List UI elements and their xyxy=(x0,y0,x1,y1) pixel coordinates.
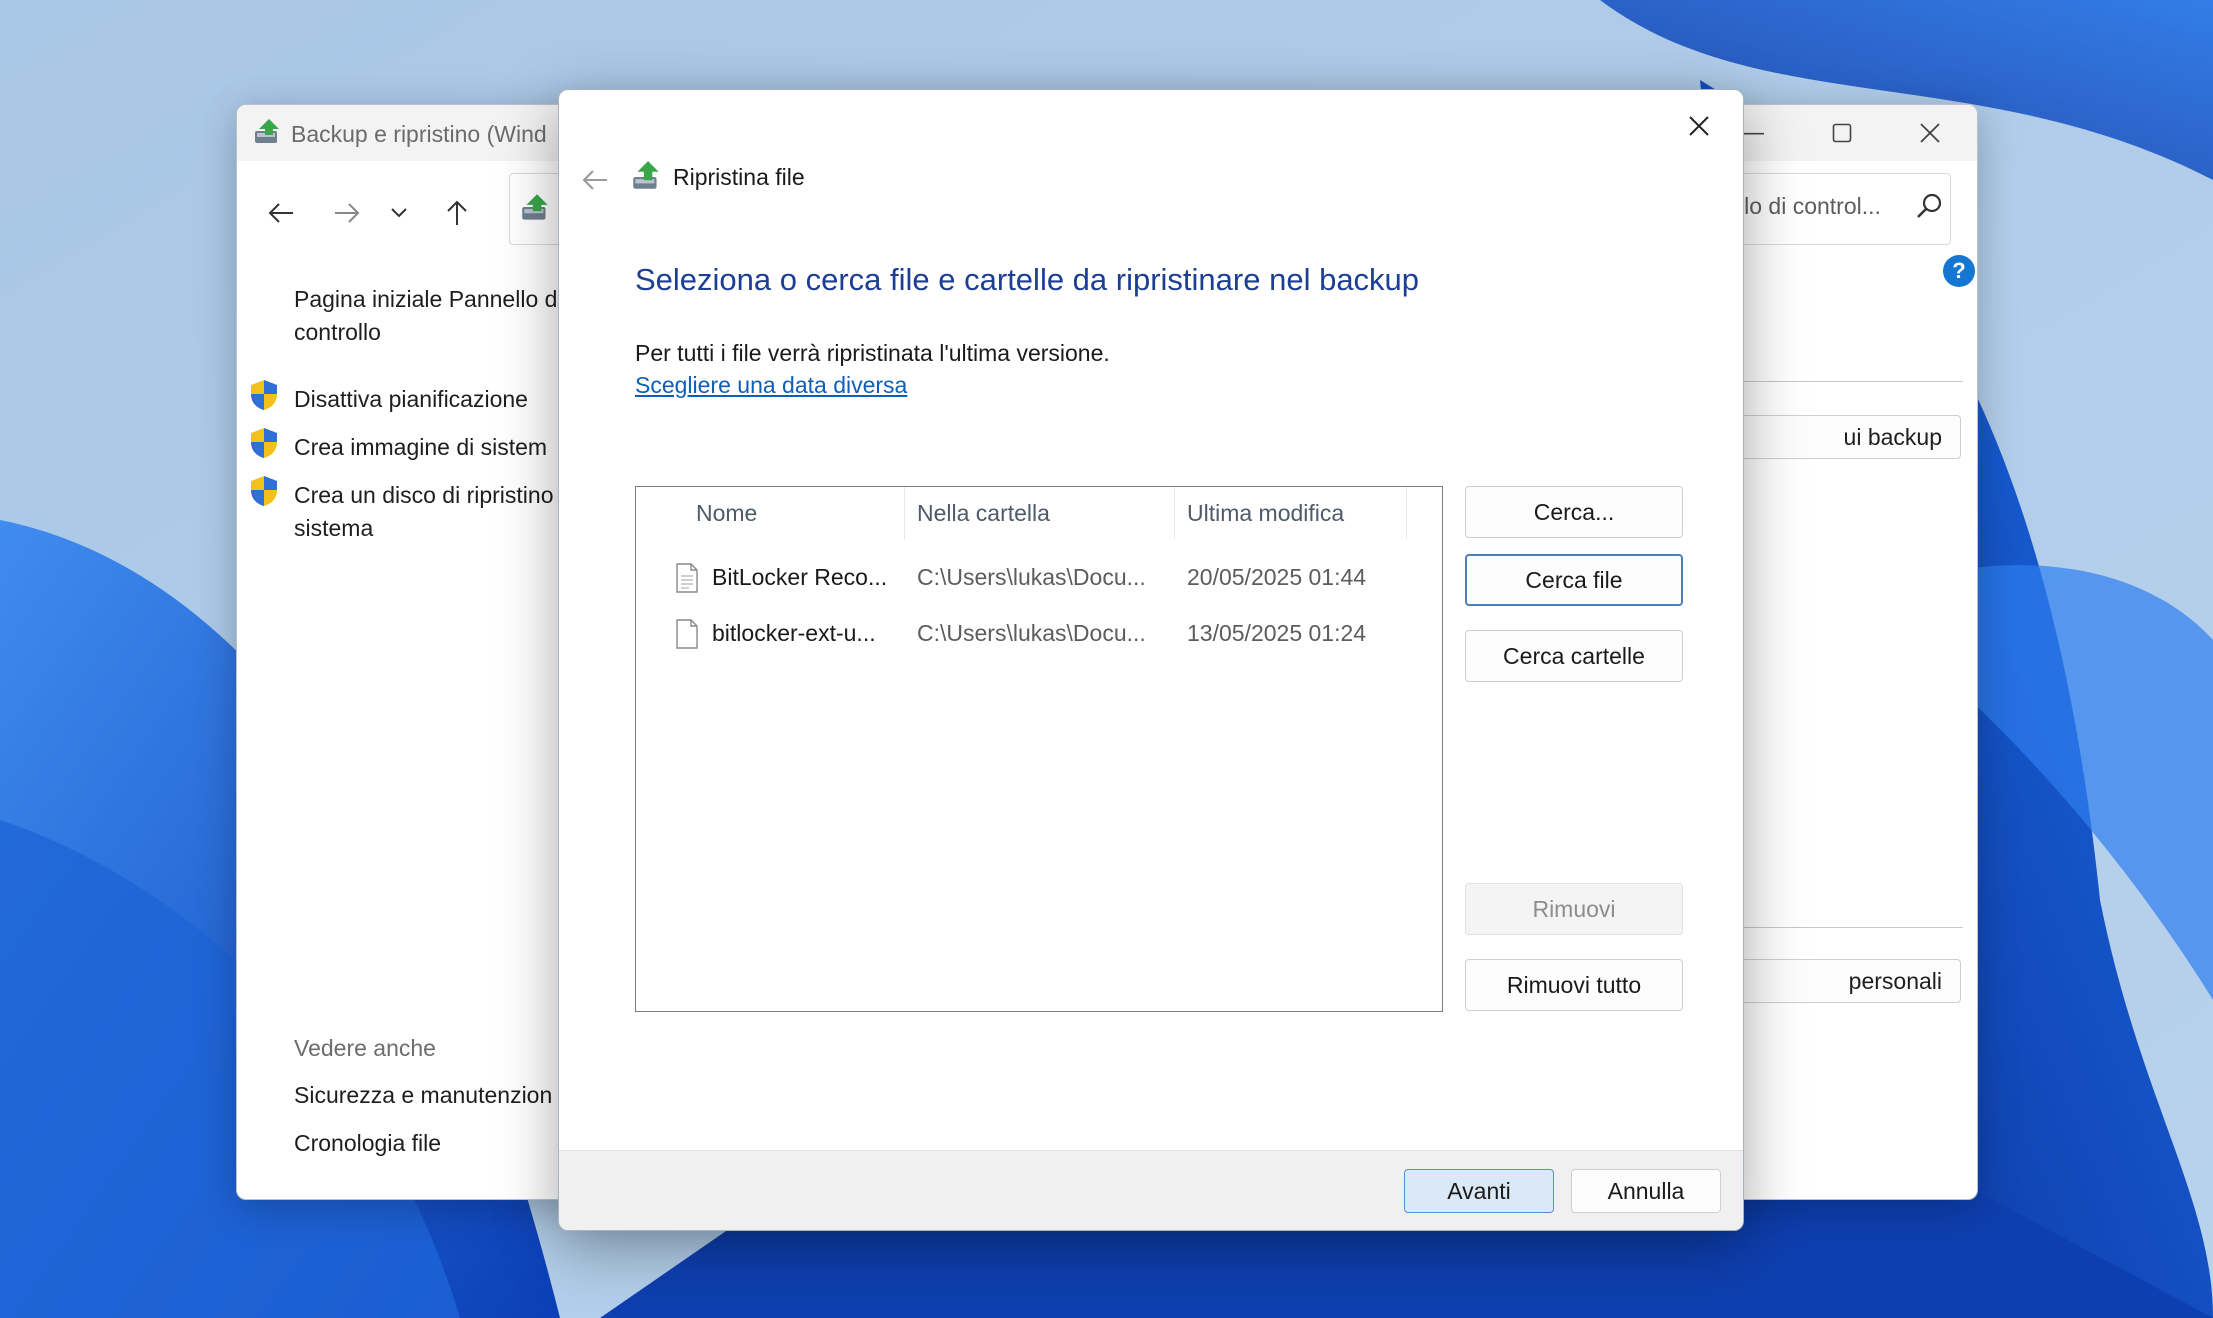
backup-app-icon xyxy=(255,119,279,143)
maximize-icon xyxy=(1832,123,1852,143)
back-button[interactable] xyxy=(257,189,305,237)
table-row[interactable]: bitlocker-ext-u... C:\Users\lukas\Docu..… xyxy=(636,607,1442,659)
chevron-down-icon xyxy=(391,208,407,218)
column-header-modified[interactable]: Ultima modifica xyxy=(1187,487,1344,539)
up-button[interactable] xyxy=(433,189,481,237)
close-icon xyxy=(1920,123,1940,143)
column-separator xyxy=(904,487,905,539)
divider xyxy=(1737,381,1963,382)
help-button[interactable]: ? xyxy=(1943,255,1975,287)
blank-file-icon xyxy=(676,619,698,649)
search-files-button[interactable]: Cerca file xyxy=(1465,554,1683,606)
sidebar-home-link[interactable]: Pagina iniziale Pannello d controllo xyxy=(294,283,557,349)
dialog-heading: Seleziona o cerca file e cartelle da rip… xyxy=(635,262,1420,297)
window-title: Backup e ripristino (Wind xyxy=(291,121,547,147)
file-name: BitLocker Reco... xyxy=(712,564,888,590)
backup-location-icon xyxy=(522,194,548,220)
close-icon xyxy=(1689,116,1709,136)
document-icon xyxy=(676,563,698,593)
column-separator xyxy=(1406,487,1407,539)
cancel-button[interactable]: Annulla xyxy=(1571,1169,1721,1213)
file-folder: C:\Users\lukas\Docu... xyxy=(917,620,1146,646)
file-name: bitlocker-ext-u... xyxy=(712,620,876,646)
search-button[interactable]: Cerca... xyxy=(1465,486,1683,538)
arrow-left-icon xyxy=(582,170,607,190)
search-icon[interactable] xyxy=(1915,191,1945,221)
see-also-file-history-link[interactable]: Cronologia file xyxy=(294,1127,441,1160)
shield-icon xyxy=(251,428,277,458)
arrow-up-icon xyxy=(447,200,467,225)
dialog-back-button[interactable] xyxy=(571,158,619,202)
dialog-footer: Avanti Annulla xyxy=(559,1150,1743,1230)
restore-files-dialog: Ripristina file Seleziona o cerca file e… xyxy=(558,89,1744,1231)
choose-different-date-link[interactable]: Scegliere una data diversa xyxy=(635,372,907,399)
table-row[interactable]: BitLocker Reco... C:\Users\lukas\Docu...… xyxy=(636,551,1442,603)
forward-button[interactable] xyxy=(323,189,371,237)
see-also-heading: Vedere anche xyxy=(294,1035,436,1061)
search-folders-button[interactable]: Cerca cartelle xyxy=(1465,630,1683,682)
shield-icon xyxy=(251,476,277,506)
sidebar-task-create-repair-disc[interactable]: Crea un disco di ripristino sistema xyxy=(294,479,554,545)
shield-icon xyxy=(251,380,277,410)
arrow-left-icon xyxy=(268,203,293,223)
arrow-right-icon xyxy=(335,203,360,223)
remove-all-button[interactable]: Rimuovi tutto xyxy=(1465,959,1683,1011)
file-modified: 13/05/2025 01:24 xyxy=(1187,620,1367,646)
maximize-button[interactable] xyxy=(1797,105,1887,161)
next-button[interactable]: Avanti xyxy=(1404,1169,1554,1213)
column-separator xyxy=(1174,487,1175,539)
restore-app-icon xyxy=(633,161,659,189)
divider xyxy=(1737,927,1963,928)
sidebar-task-create-system-image[interactable]: Crea immagine di sistem xyxy=(294,431,547,464)
dialog-title: Ripristina file xyxy=(673,164,805,190)
column-header-folder[interactable]: Nella cartella xyxy=(917,487,1050,539)
file-list[interactable]: Nome Nella cartella Ultima modifica BitL… xyxy=(635,486,1443,1012)
file-folder: C:\Users\lukas\Docu... xyxy=(917,564,1146,590)
info-text: Per tutti i file verrà ripristinata l'ul… xyxy=(635,340,1110,366)
file-modified: 20/05/2025 01:44 xyxy=(1187,564,1367,590)
search-input[interactable]: llo di control... xyxy=(1739,193,1881,220)
recent-locations-button[interactable] xyxy=(375,189,423,237)
see-also-security-link[interactable]: Sicurezza e manutenzion xyxy=(294,1079,552,1112)
help-icon: ? xyxy=(1952,258,1966,283)
sidebar-task-disable-schedule[interactable]: Disattiva pianificazione xyxy=(294,383,528,416)
remove-button[interactable]: Rimuovi xyxy=(1465,883,1683,935)
dialog-close-button[interactable] xyxy=(1669,98,1729,154)
column-header-name[interactable]: Nome xyxy=(696,487,757,539)
close-button[interactable] xyxy=(1885,105,1975,161)
